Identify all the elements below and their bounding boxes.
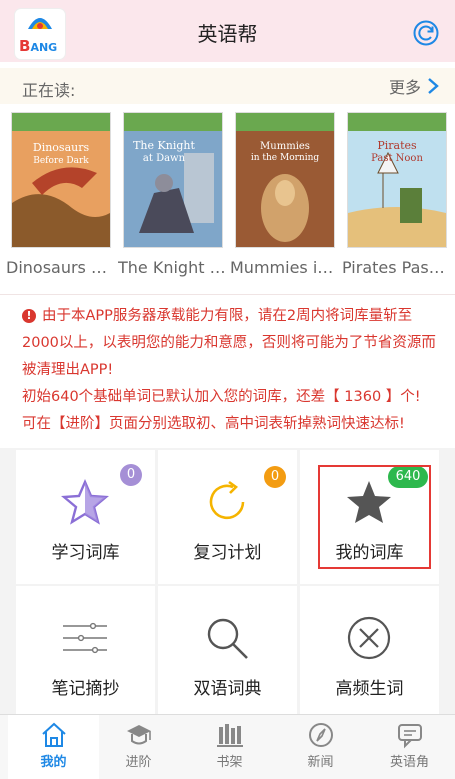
svg-text:Dinosaurs: Dinosaurs	[33, 141, 90, 154]
grid-item-label: 笔记摘抄	[51, 679, 120, 699]
book-cover: Pirates Past Noon	[347, 112, 447, 248]
notice-line-1: ! 由于本APP服务器承载能力有限，请在2周内将词库量斩至2000以上，以表明您的…	[22, 308, 436, 378]
grid-item-label: 复习计划	[193, 543, 262, 563]
notice-line-2: 初始640个基础单词已默认加入您的词库，还差【 1360 】个!	[22, 389, 421, 405]
tab-english-corner[interactable]: 英语角	[364, 715, 455, 779]
count-badge: 0	[120, 464, 142, 486]
more-link[interactable]: 更多	[389, 74, 439, 98]
tab-label: 我的	[40, 755, 67, 770]
star-outline-icon	[61, 478, 109, 525]
book-cover: Dinosaurs Before Dark	[11, 112, 111, 248]
refresh-circle-icon	[209, 480, 245, 520]
more-label: 更多	[388, 78, 421, 97]
x-circle-icon	[347, 616, 391, 660]
grid-item-label: 双语词典	[193, 679, 262, 699]
svg-text:Pirates: Pirates	[377, 139, 417, 152]
notice-line-3: 可在【进阶】页面分别选取初、高中词表斩掉熟词快速达标!	[22, 416, 405, 432]
grid-item-label: 学习词库	[51, 543, 120, 563]
home-icon	[42, 722, 66, 747]
grid-item-frequent-words[interactable]: 高频生词	[300, 586, 439, 720]
book-item[interactable]: The Knight at Dawn The Knight at Dawn	[118, 112, 226, 286]
bottom-tab-bar: 我的 进阶 书架 新闻 英语角	[0, 714, 455, 779]
book-item[interactable]: Dinosaurs Before Dark Dinosaurs Before D…	[6, 112, 114, 286]
grid-item-label: 高频生词	[335, 679, 404, 699]
chat-bubbles-icon	[398, 724, 422, 749]
book-title: Dinosaurs Before Dark	[6, 258, 114, 277]
grid-item-notes[interactable]: 笔记摘抄	[16, 586, 155, 720]
svg-text:The Knight: The Knight	[133, 139, 195, 152]
svg-text:Mummies: Mummies	[260, 141, 310, 152]
book-title: Mummies in the Morning	[230, 258, 338, 277]
tab-advanced[interactable]: 进阶	[93, 715, 184, 779]
app-screen: BANG 英语帮 正在读: 更多 Dinosaurs Before Dark D…	[0, 0, 455, 779]
bookshelf-icon	[217, 724, 243, 747]
tab-label: 进阶	[125, 755, 152, 770]
tab-mine[interactable]: 我的	[8, 715, 99, 779]
book-title: The Knight at Dawn	[118, 258, 226, 277]
book-cover: Mummies in the Morning	[235, 112, 335, 248]
graduation-cap-icon	[127, 725, 151, 745]
svg-text:at Dawn: at Dawn	[143, 153, 186, 164]
book-item[interactable]: Pirates Past Noon Pirates Past Noon	[342, 112, 450, 286]
svg-text:Before Dark: Before Dark	[33, 156, 89, 166]
tab-news[interactable]: 新闻	[275, 715, 366, 779]
grid-item-dictionary[interactable]: 双语词典	[158, 586, 297, 720]
notes-lines-icon	[63, 622, 107, 654]
tab-label: 新闻	[307, 755, 334, 770]
compass-icon	[309, 723, 333, 747]
highlight-box	[318, 465, 431, 569]
reading-bar: 正在读: 更多	[0, 68, 455, 104]
refresh-icon[interactable]	[413, 20, 439, 46]
tab-bookshelf[interactable]: 书架	[184, 715, 275, 779]
warning-icon: !	[22, 309, 36, 323]
chevron-right-icon	[428, 78, 439, 94]
notice-panel: ! 由于本APP服务器承载能力有限，请在2周内将词库量斩至2000以上，以表明您的…	[0, 294, 455, 447]
magnifier-icon	[207, 618, 248, 659]
svg-text:in the Morning: in the Morning	[251, 153, 320, 163]
tab-label: 书架	[216, 755, 243, 770]
grid-item-study-words[interactable]: 0 学习词库	[16, 450, 155, 584]
reading-label: 正在读:	[22, 81, 76, 100]
grid-item-review-plan[interactable]: 0 复习计划	[158, 450, 297, 584]
book-item[interactable]: Mummies in the Morning Mummies in the Mo…	[230, 112, 338, 286]
book-title: Pirates Past Noon	[342, 258, 450, 277]
book-cover: The Knight at Dawn	[123, 112, 223, 248]
svg-text:Past Noon: Past Noon	[371, 153, 423, 164]
book-shelf-row: Dinosaurs Before Dark Dinosaurs Before D…	[0, 108, 455, 286]
app-header: BANG 英语帮	[0, 0, 455, 62]
page-title: 英语帮	[197, 22, 258, 46]
tab-label: 英语角	[389, 755, 429, 770]
count-badge: 0	[264, 466, 286, 488]
